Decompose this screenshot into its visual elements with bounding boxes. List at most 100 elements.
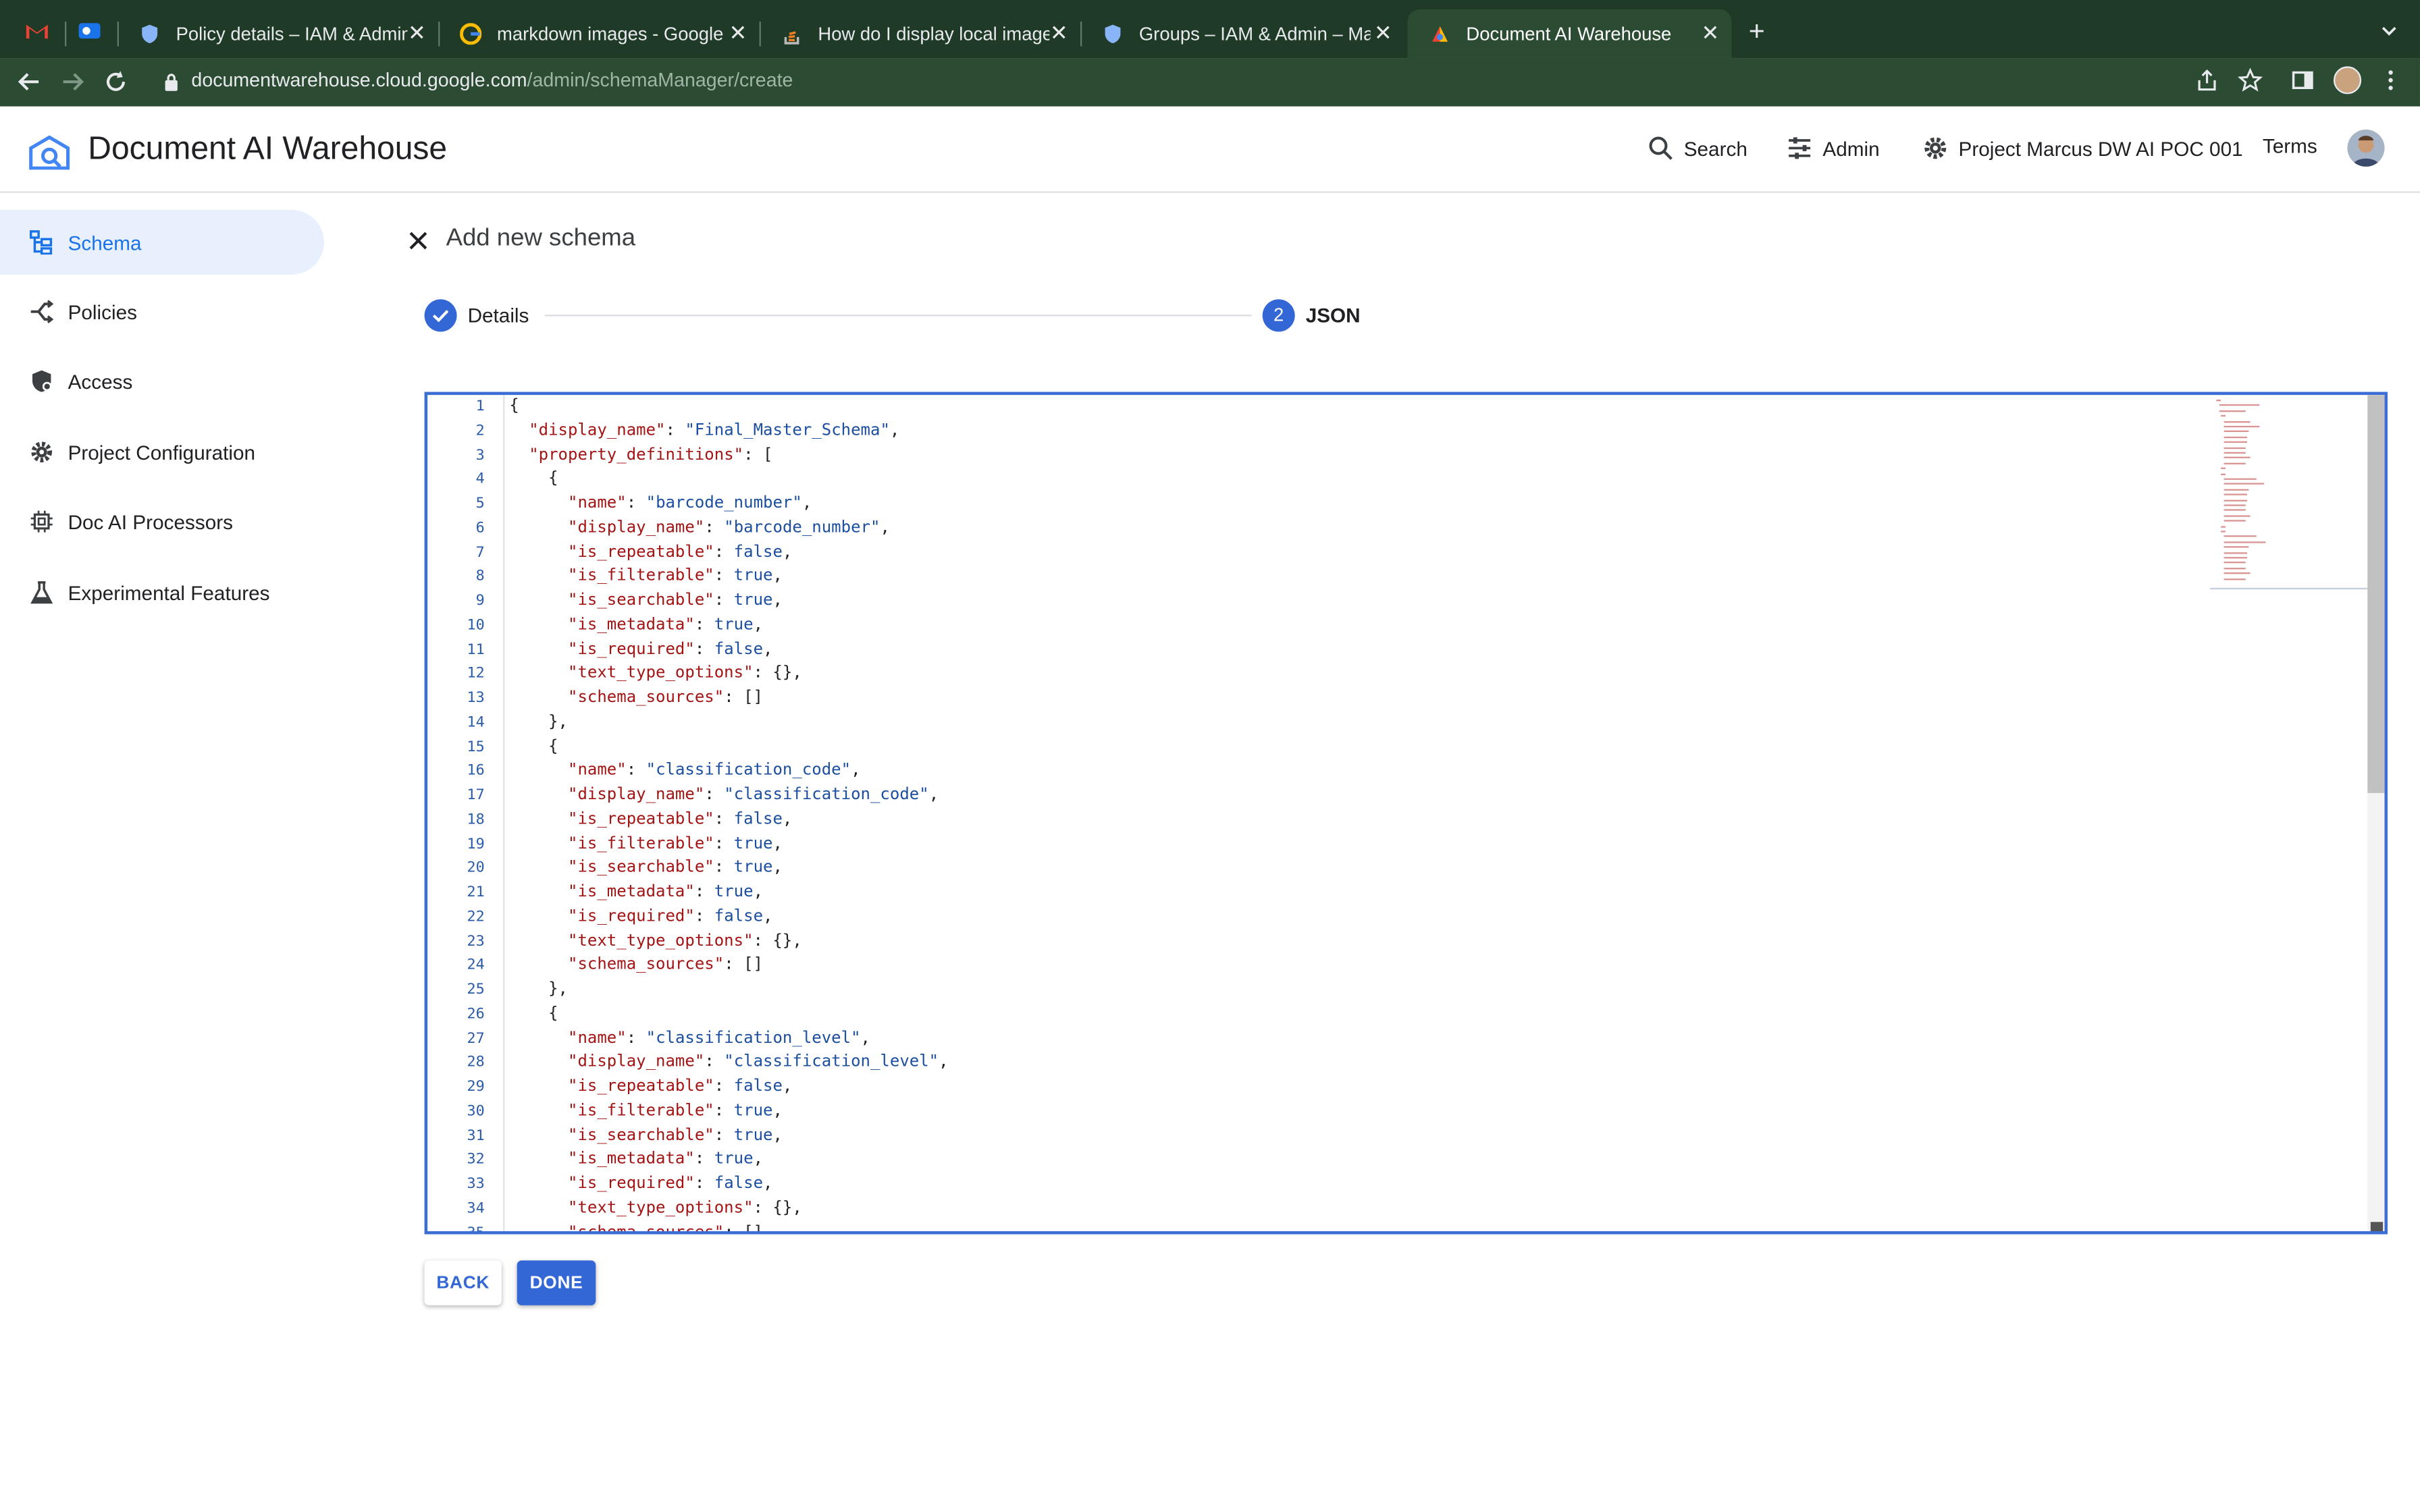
minimap-line — [2224, 493, 2248, 496]
schema-icon — [29, 230, 53, 255]
tab-groups-iam[interactable]: Groups – IAM & Admin – Marcu ✕ — [1080, 9, 1404, 59]
browser-tab-strip: Policy details – IAM & Admin – ✕ markdow… — [0, 0, 2420, 59]
code-line[interactable]: { — [509, 1002, 558, 1027]
line-number: 15 — [467, 738, 485, 755]
flask-icon — [30, 581, 53, 604]
chevron-down-icon[interactable] — [2380, 22, 2398, 40]
minimap-line — [2224, 541, 2266, 543]
sidebar-item-doc-ai-processors[interactable]: Doc AI Processors — [0, 489, 324, 554]
tab-policy-details[interactable]: Policy details – IAM & Admin – ✕ — [117, 9, 438, 59]
bookmark-star-icon[interactable] — [2238, 68, 2263, 93]
close-icon[interactable] — [406, 228, 431, 253]
document-warehouse-logo-icon[interactable] — [28, 133, 71, 170]
code-line[interactable]: "display_name": "classification_code", — [509, 784, 939, 808]
code-line[interactable]: "is_repeatable": false, — [509, 541, 792, 565]
access-shield-icon — [32, 370, 52, 392]
code-line[interactable]: "is_repeatable": false, — [509, 1075, 792, 1100]
user-avatar[interactable] — [2347, 129, 2385, 167]
reload-icon[interactable] — [102, 68, 130, 96]
new-tab-icon[interactable]: + — [1749, 17, 1765, 45]
code-line[interactable]: "is_required": false, — [509, 1172, 772, 1197]
header-terms-link[interactable]: Terms — [2263, 134, 2317, 157]
tab-google-search[interactable]: markdown images - Google Se ✕ — [438, 9, 759, 59]
code-line[interactable]: "schema_sources": [] — [509, 954, 763, 978]
code-line[interactable]: "schema_sources": [] — [509, 686, 763, 711]
code-line[interactable]: { — [509, 735, 558, 759]
code-line[interactable]: "is_searchable": true, — [509, 857, 783, 881]
more-vert-icon[interactable] — [2378, 68, 2403, 93]
sidebar-item-experimental-features[interactable]: Experimental Features — [0, 560, 324, 625]
editor-minimap[interactable] — [2210, 395, 2371, 590]
header-search-button[interactable]: Search — [1647, 134, 1747, 162]
code-line[interactable]: "name": "barcode_number", — [509, 492, 812, 516]
code-line[interactable]: "is_metadata": true, — [509, 1148, 763, 1172]
code-line[interactable]: "display_name": "Final_Master_Schema", — [509, 419, 899, 443]
back-arrow-icon[interactable] — [16, 68, 43, 96]
line-number: 18 — [467, 811, 485, 828]
share-icon[interactable] — [2194, 68, 2219, 93]
code-line[interactable]: "name": "classification_level", — [509, 1027, 870, 1051]
close-tab-icon[interactable]: ✕ — [1050, 22, 1068, 43]
back-button[interactable]: BACK — [424, 1260, 502, 1305]
line-number: 27 — [467, 1029, 485, 1047]
sidebar-item-access[interactable]: Access — [0, 349, 324, 414]
close-tab-icon[interactable]: ✕ — [729, 22, 747, 43]
sidebar-item-policies[interactable]: Policies — [0, 279, 324, 344]
done-button[interactable]: DONE — [517, 1260, 596, 1305]
close-tab-icon[interactable]: ✕ — [1374, 22, 1392, 43]
tab-stackoverflow[interactable]: How do I display local image in ✕ — [760, 9, 1080, 59]
code-line[interactable]: "is_filterable": true, — [509, 832, 783, 857]
code-line[interactable]: "is_required": false, — [509, 638, 772, 662]
code-line[interactable]: "is_metadata": true, — [509, 881, 763, 905]
code-line[interactable]: "text_type_options": {}, — [509, 1197, 802, 1221]
minimap-line — [2221, 531, 2226, 533]
code-line[interactable]: "is_searchable": true, — [509, 589, 783, 614]
gmail-icon[interactable] — [25, 18, 50, 43]
line-number: 5 — [475, 495, 485, 512]
sidebar-item-schema[interactable]: Schema — [0, 209, 324, 275]
code-line[interactable]: "text_type_options": {}, — [509, 929, 802, 954]
code-line[interactable]: "property_definitions": [ — [509, 443, 772, 468]
resize-handle[interactable] — [2370, 1222, 2384, 1231]
code-line[interactable]: "name": "classification_code", — [509, 759, 861, 784]
minimap-line — [2224, 504, 2246, 506]
header-project-button[interactable]: Project Marcus DW AI POC 001 — [1922, 134, 2243, 162]
code-line[interactable]: "is_searchable": true, — [509, 1124, 783, 1148]
code-line[interactable]: "schema_sources": [] — [509, 1221, 763, 1231]
address-bar[interactable]: documentwarehouse.cloud.google.com/admin… — [191, 70, 793, 91]
forward-arrow-icon[interactable] — [59, 68, 86, 96]
code-line[interactable]: "display_name": "classification_level", — [509, 1051, 949, 1075]
code-line[interactable]: "is_required": false, — [509, 905, 772, 929]
app-title[interactable]: Document AI Warehouse — [88, 131, 447, 168]
close-tab-icon[interactable]: ✕ — [1701, 22, 1719, 43]
close-tab-icon[interactable]: ✕ — [408, 22, 426, 43]
minimap-line — [2221, 467, 2226, 470]
code-line[interactable]: "text_type_options": {}, — [509, 662, 802, 686]
outlook-icon[interactable] — [77, 18, 102, 43]
sidebar-item-label: Access — [68, 369, 133, 393]
code-line[interactable]: "is_filterable": true, — [509, 1100, 783, 1124]
code-line[interactable]: "is_repeatable": false, — [509, 808, 792, 832]
browser-profile-avatar[interactable] — [2333, 66, 2362, 94]
minimap-line — [2218, 404, 2260, 407]
line-number: 13 — [467, 689, 485, 707]
side-panel-icon[interactable] — [2290, 68, 2315, 93]
code-line[interactable]: "is_metadata": true, — [509, 614, 763, 638]
step-json-label: JSON — [1305, 304, 1361, 327]
tab-document-ai-warehouse[interactable]: Document AI Warehouse ✕ — [1407, 9, 1732, 59]
code-line[interactable]: }, — [509, 711, 568, 735]
editor-scrollbar-thumb[interactable] — [2367, 395, 2385, 793]
code-line[interactable]: "display_name": "barcode_number", — [509, 516, 890, 541]
json-code-editor[interactable]: 1 2 3 4 5 6 7 8 9 10 11 12 13 14 15 16 17 18 19 20 21 22 23 24 2… — [424, 392, 2388, 1235]
code-line[interactable]: "is_filterable": true, — [509, 565, 783, 589]
code-line[interactable]: { — [509, 468, 558, 492]
code-line[interactable]: }, — [509, 978, 568, 1002]
minimap-line — [2224, 431, 2249, 433]
minimap-line — [2224, 536, 2257, 538]
minimap-line — [2224, 489, 2249, 491]
sidebar-item-project-configuration[interactable]: Project Configuration — [0, 420, 324, 485]
lock-icon[interactable] — [163, 72, 179, 91]
minimap-line — [2224, 462, 2246, 464]
code-line[interactable]: { — [509, 395, 519, 419]
header-admin-button[interactable]: Admin — [1786, 134, 1880, 162]
